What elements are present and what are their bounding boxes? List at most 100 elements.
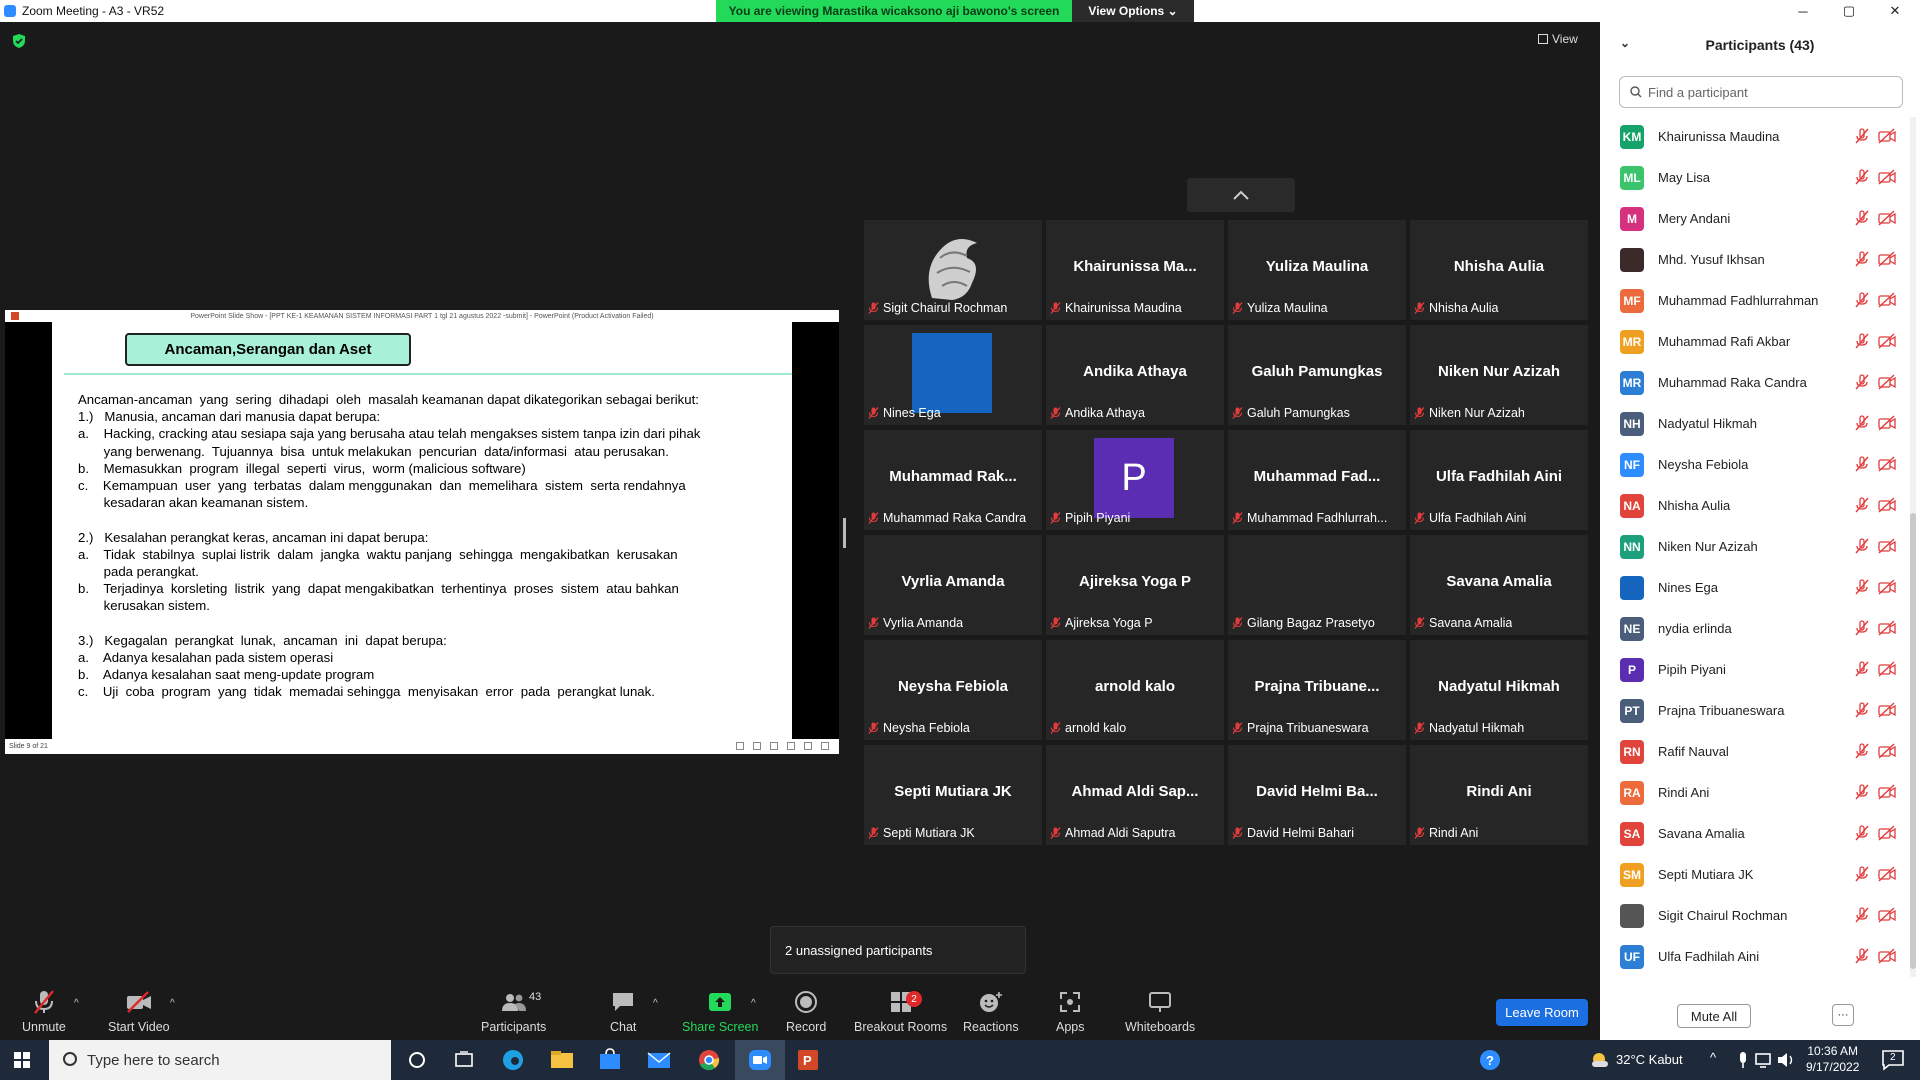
record-button[interactable]: Record bbox=[786, 990, 826, 1034]
participant-list-item[interactable]: RN Rafif Nauval bbox=[1600, 731, 1910, 772]
video-tile[interactable]: Gilang Bagaz Prasetyo bbox=[1228, 535, 1406, 635]
participant-mic-muted-icon[interactable] bbox=[1854, 784, 1870, 800]
mute-all-button[interactable]: Mute All bbox=[1677, 1004, 1751, 1028]
participant-video-off-icon[interactable] bbox=[1878, 128, 1896, 144]
task-view-icon[interactable] bbox=[451, 1048, 477, 1072]
windows-start-icon[interactable] bbox=[14, 1052, 30, 1068]
participant-list-item[interactable]: PT Prajna Tribuaneswara bbox=[1600, 690, 1910, 731]
weather-icon[interactable] bbox=[1586, 1048, 1612, 1072]
participant-list-item[interactable]: NN Niken Nur Azizah bbox=[1600, 526, 1910, 567]
reactions-button[interactable]: Reactions bbox=[963, 990, 1019, 1034]
participant-mic-muted-icon[interactable] bbox=[1854, 948, 1870, 964]
participant-list-item[interactable]: ML May Lisa bbox=[1600, 157, 1910, 198]
video-tile[interactable]: Nines Ega bbox=[864, 325, 1042, 425]
video-tile[interactable]: Septi Mutiara JK Septi Mutiara JK bbox=[864, 745, 1042, 845]
unassigned-participants-toast[interactable]: 2 unassigned participants bbox=[770, 926, 1026, 974]
mail-icon[interactable] bbox=[646, 1048, 672, 1072]
participant-video-off-icon[interactable] bbox=[1878, 866, 1896, 882]
video-options-caret[interactable]: ^ bbox=[170, 998, 175, 1009]
view-layout-button[interactable]: View bbox=[1538, 32, 1578, 46]
participant-video-off-icon[interactable] bbox=[1878, 784, 1896, 800]
participant-list-item[interactable]: NA Nhisha Aulia bbox=[1600, 485, 1910, 526]
encryption-shield-icon[interactable] bbox=[12, 34, 26, 48]
video-tile[interactable]: Muhammad Fad... Muhammad Fadhlurrah... bbox=[1228, 430, 1406, 530]
start-video-button[interactable]: Start Video bbox=[108, 990, 170, 1034]
zoom-taskbar-icon[interactable] bbox=[747, 1048, 773, 1072]
participant-list-item[interactable]: RA Rindi Ani bbox=[1600, 772, 1910, 813]
participant-video-off-icon[interactable] bbox=[1878, 948, 1896, 964]
participant-video-off-icon[interactable] bbox=[1878, 374, 1896, 390]
participant-video-off-icon[interactable] bbox=[1878, 825, 1896, 841]
chrome-icon[interactable] bbox=[696, 1048, 722, 1072]
participant-list-item[interactable]: UF Ulfa Fadhilah Aini bbox=[1600, 936, 1910, 977]
participant-mic-muted-icon[interactable] bbox=[1854, 907, 1870, 923]
participant-list-item[interactable]: Mhd. Yusuf Ikhsan bbox=[1600, 239, 1910, 280]
participant-mic-muted-icon[interactable] bbox=[1854, 251, 1870, 267]
participant-video-off-icon[interactable] bbox=[1878, 620, 1896, 636]
microsoft-store-icon[interactable] bbox=[597, 1048, 623, 1072]
video-tile[interactable]: P Pipih Piyani bbox=[1046, 430, 1224, 530]
chat-options-caret[interactable]: ^ bbox=[653, 998, 658, 1009]
video-tile[interactable]: Ulfa Fadhilah Aini Ulfa Fadhilah Aini bbox=[1410, 430, 1588, 530]
participant-video-off-icon[interactable] bbox=[1878, 702, 1896, 718]
participant-mic-muted-icon[interactable] bbox=[1854, 292, 1870, 308]
share-options-caret[interactable]: ^ bbox=[751, 998, 756, 1009]
video-tile[interactable]: Muhammad Rak... Muhammad Raka Candra bbox=[864, 430, 1042, 530]
video-tile[interactable]: Prajna Tribuane... Prajna Tribuaneswara bbox=[1228, 640, 1406, 740]
participant-video-off-icon[interactable] bbox=[1878, 415, 1896, 431]
participant-video-off-icon[interactable] bbox=[1878, 907, 1896, 923]
chat-button[interactable]: Chat bbox=[610, 990, 636, 1034]
participant-video-off-icon[interactable] bbox=[1878, 538, 1896, 554]
slide-control-icon[interactable] bbox=[770, 742, 778, 750]
slide-control-icon[interactable] bbox=[736, 742, 744, 750]
find-participant-input[interactable]: Find a participant bbox=[1619, 76, 1903, 108]
file-explorer-icon[interactable] bbox=[549, 1048, 575, 1072]
edge-browser-icon[interactable] bbox=[500, 1048, 526, 1072]
more-options-button[interactable]: ··· bbox=[1832, 1004, 1854, 1026]
participant-mic-muted-icon[interactable] bbox=[1854, 128, 1870, 144]
participant-list-item[interactable]: NH Nadyatul Hikmah bbox=[1600, 403, 1910, 444]
unmute-button[interactable]: Unmute bbox=[22, 990, 66, 1034]
minimize-button[interactable]: ─ bbox=[1780, 0, 1826, 22]
help-icon[interactable]: ? bbox=[1477, 1048, 1503, 1072]
participant-list-item[interactable]: M Mery Andani bbox=[1600, 198, 1910, 239]
share-screen-button[interactable]: Share Screen bbox=[682, 990, 758, 1034]
participant-video-off-icon[interactable] bbox=[1878, 210, 1896, 226]
participant-mic-muted-icon[interactable] bbox=[1854, 866, 1870, 882]
split-view-handle[interactable] bbox=[843, 518, 846, 548]
weather-text[interactable]: 32°C Kabut bbox=[1616, 1052, 1683, 1067]
participant-mic-muted-icon[interactable] bbox=[1854, 620, 1870, 636]
video-tile[interactable]: arnold kalo arnold kalo bbox=[1046, 640, 1224, 740]
participant-video-off-icon[interactable] bbox=[1878, 497, 1896, 513]
video-tile[interactable]: Rindi Ani Rindi Ani bbox=[1410, 745, 1588, 845]
shared-screen[interactable]: PowerPoint Slide Show - [PPT KE-1 KEAMAN… bbox=[5, 310, 839, 754]
participant-list-item[interactable]: MR Muhammad Raka Candra bbox=[1600, 362, 1910, 403]
volume-icon[interactable] bbox=[1774, 1048, 1800, 1072]
video-tile[interactable]: David Helmi Ba... David Helmi Bahari bbox=[1228, 745, 1406, 845]
audio-options-caret[interactable]: ^ bbox=[74, 998, 79, 1009]
video-tile[interactable]: Khairunissa Ma... Khairunissa Maudina bbox=[1046, 220, 1224, 320]
participant-list-item[interactable]: SA Savana Amalia bbox=[1600, 813, 1910, 854]
taskbar-search-box[interactable]: Type here to search bbox=[49, 1040, 391, 1080]
leave-room-button[interactable]: Leave Room bbox=[1496, 999, 1588, 1026]
participants-scrollbar[interactable] bbox=[1910, 117, 1916, 977]
participant-video-off-icon[interactable] bbox=[1878, 169, 1896, 185]
participant-mic-muted-icon[interactable] bbox=[1854, 333, 1870, 349]
slide-control-icon[interactable] bbox=[821, 742, 829, 750]
slide-control-icon[interactable] bbox=[787, 742, 795, 750]
system-clock[interactable]: 10:36 AM 9/17/2022 bbox=[1806, 1043, 1859, 1075]
participant-video-off-icon[interactable] bbox=[1878, 292, 1896, 308]
participant-mic-muted-icon[interactable] bbox=[1854, 374, 1870, 390]
participant-video-off-icon[interactable] bbox=[1878, 579, 1896, 595]
participant-mic-muted-icon[interactable] bbox=[1854, 579, 1870, 595]
video-tile[interactable]: Galuh Pamungkas Galuh Pamungkas bbox=[1228, 325, 1406, 425]
participant-list-item[interactable]: SM Septi Mutiara JK bbox=[1600, 854, 1910, 895]
scrollbar-thumb[interactable] bbox=[1910, 513, 1916, 969]
participant-list-item[interactable]: P Pipih Piyani bbox=[1600, 649, 1910, 690]
apps-button[interactable]: Apps bbox=[1056, 990, 1085, 1034]
participant-mic-muted-icon[interactable] bbox=[1854, 497, 1870, 513]
video-tile[interactable]: Andika Athaya Andika Athaya bbox=[1046, 325, 1224, 425]
close-button[interactable]: ✕ bbox=[1872, 0, 1918, 22]
gallery-page-up-button[interactable] bbox=[1187, 178, 1295, 212]
video-tile[interactable]: Nadyatul Hikmah Nadyatul Hikmah bbox=[1410, 640, 1588, 740]
